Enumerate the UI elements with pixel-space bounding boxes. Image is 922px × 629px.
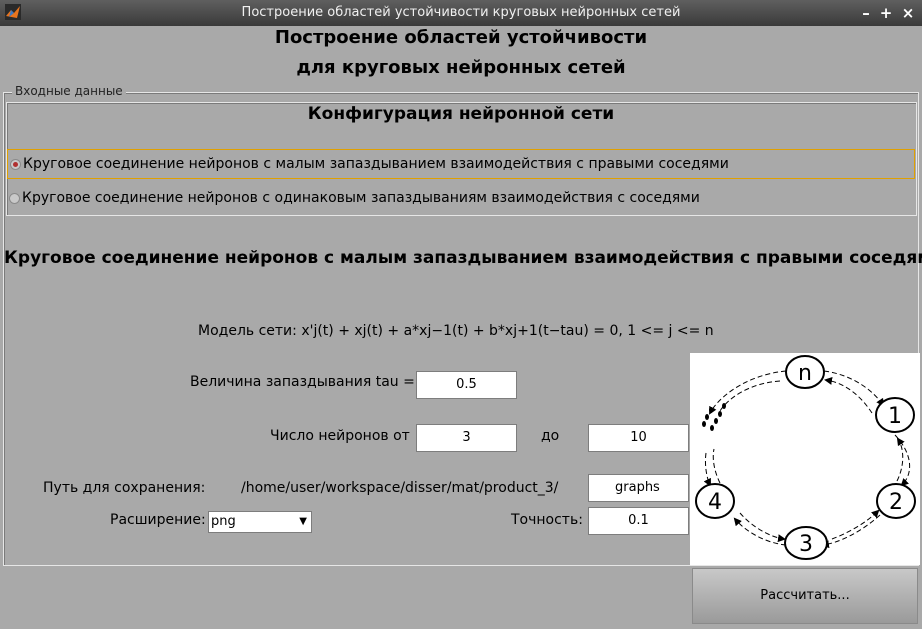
node-2: 2 [876, 483, 916, 519]
node-label: 4 [708, 490, 722, 515]
input-panel-legend: Входные данные [12, 84, 126, 98]
extension-value: png [211, 514, 236, 529]
save-path-label: Путь для сохранения: [43, 480, 206, 496]
radio-option-small-delay[interactable]: Круговое соединение нейронов с малым зап… [7, 149, 915, 179]
selected-config-title: Круговое соединение нейронов с малым зап… [4, 248, 922, 268]
node-n: n [785, 355, 825, 389]
config-title: Конфигурация нейронной сети [307, 104, 615, 124]
tau-input[interactable]: 0.5 [416, 371, 517, 399]
neurons-to-label: до [541, 428, 560, 444]
chevron-down-icon: ▼ [299, 516, 307, 527]
node-4: 4 [695, 483, 735, 519]
node-label: 1 [888, 404, 902, 429]
radio-option-equal-delay[interactable]: Круговое соединение нейронов с одинаковы… [7, 184, 915, 214]
page-title-line2: для круговых нейронных сетей [296, 57, 626, 78]
neurons-from-input[interactable]: 3 [416, 424, 517, 452]
radio-button-off[interactable] [9, 193, 20, 204]
extension-label: Расширение: [110, 512, 206, 528]
precision-input[interactable]: 0.1 [588, 507, 689, 535]
radio-label: Круговое соединение нейронов с малым зап… [23, 156, 729, 172]
title-bar: Построение областей устойчивости круговы… [0, 0, 922, 26]
window-title: Построение областей устойчивости круговы… [241, 5, 681, 20]
node-label: 3 [799, 532, 813, 557]
node-1: 1 [875, 397, 915, 433]
node-3: 3 [784, 526, 828, 560]
neurons-to-input[interactable]: 10 [588, 424, 689, 452]
save-path-value: /home/user/workspace/disser/mat/product_… [241, 480, 559, 496]
page-title-line1: Построение областей устойчивости [274, 27, 648, 48]
radio-label: Круговое соединение нейронов с одинаковы… [22, 190, 700, 206]
radio-button-on[interactable] [10, 159, 21, 170]
precision-label: Точность: [511, 512, 583, 528]
calculate-button[interactable]: Рассчитать... [692, 568, 918, 624]
close-icon[interactable]: × [898, 3, 918, 23]
save-folder-input[interactable]: graphs [588, 474, 689, 502]
extension-select[interactable]: png ▼ [208, 511, 312, 533]
tau-label: Величина запаздывания tau = [190, 374, 415, 390]
node-label: n [798, 361, 812, 386]
maximize-icon[interactable]: + [876, 3, 896, 23]
model-formula: Модель сети: x'j(t) + xj(t) + a*xj−1(t) … [198, 323, 714, 339]
network-diagram: n 1 2 3 4 [690, 353, 920, 565]
ring-diagram-svg: n 1 2 3 4 [695, 355, 916, 560]
neurons-from-label: Число нейронов от [270, 428, 410, 444]
minimize-icon[interactable]: – [856, 3, 876, 23]
node-label: 2 [889, 490, 903, 515]
